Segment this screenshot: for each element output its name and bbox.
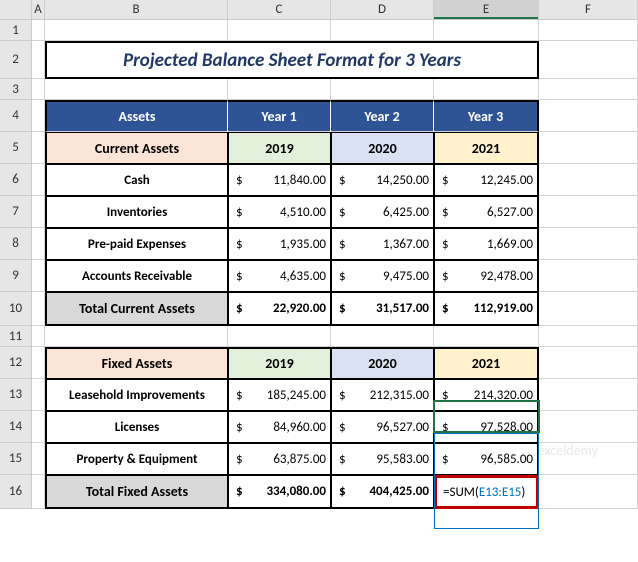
row-header-8[interactable]: 8	[0, 228, 32, 260]
fixed-assets-header[interactable]: Fixed Assets	[45, 347, 228, 379]
leasehold-label[interactable]: Leasehold Improvements	[45, 379, 228, 411]
select-all-corner[interactable]	[0, 0, 32, 20]
leasehold-2019[interactable]: $185,245.00	[228, 379, 331, 411]
ca-2021-header[interactable]: 2021	[434, 132, 539, 164]
cell-e3[interactable]	[434, 79, 539, 100]
cell-b1[interactable]	[45, 20, 228, 41]
cell-e1[interactable]	[434, 20, 539, 41]
total-fa-2019[interactable]: $334,080.00	[228, 475, 331, 509]
total-ca-label[interactable]: Total Current Assets	[45, 292, 228, 326]
cell-f4[interactable]	[539, 100, 638, 132]
cell-a3[interactable]	[32, 79, 45, 100]
ar-2021[interactable]: $92,478.00	[434, 260, 539, 292]
property-label[interactable]: Property & Equipment	[45, 443, 228, 475]
row-header-12[interactable]: 12	[0, 347, 32, 379]
licenses-2019[interactable]: $84,960.00	[228, 411, 331, 443]
cell-f5[interactable]	[539, 132, 638, 164]
cell-f3[interactable]	[539, 79, 638, 100]
total-fa-2020[interactable]: $404,425.00	[331, 475, 434, 509]
row-header-16[interactable]: 16	[0, 475, 32, 509]
cell-a1[interactable]	[32, 20, 45, 41]
total-fa-label[interactable]: Total Fixed Assets	[45, 475, 228, 509]
ar-2019[interactable]: $4,635.00	[228, 260, 331, 292]
row-header-1[interactable]: 1	[0, 20, 32, 41]
cell-a2[interactable]	[32, 41, 45, 79]
formula-cell-e16[interactable]: =SUM(E13:E15)	[434, 475, 539, 509]
row-header-6[interactable]: 6	[0, 164, 32, 196]
column-headers: A B C D E F	[0, 0, 638, 20]
row-header-2[interactable]: 2	[0, 41, 32, 79]
total-ca-2020[interactable]: $31,517.00	[331, 292, 434, 326]
col-header-b[interactable]: B	[45, 0, 228, 20]
year2-header[interactable]: Year 2	[331, 100, 434, 132]
inventories-2020[interactable]: $6,425.00	[331, 196, 434, 228]
cell-d1[interactable]	[331, 20, 434, 41]
row-header-3[interactable]: 3	[0, 79, 32, 100]
total-ca-2019[interactable]: $22,920.00	[228, 292, 331, 326]
leasehold-2020[interactable]: $212,315.00	[331, 379, 434, 411]
cell-c1[interactable]	[228, 20, 331, 41]
cell-f2[interactable]	[539, 41, 638, 79]
cash-2020[interactable]: $14,250.00	[331, 164, 434, 196]
row-header-15[interactable]: 15	[0, 443, 32, 475]
cell-b3[interactable]	[45, 79, 228, 100]
prepaid-2020[interactable]: $1,367.00	[331, 228, 434, 260]
col-header-d[interactable]: D	[331, 0, 434, 20]
fa-2019-header[interactable]: 2019	[228, 347, 331, 379]
prepaid-2019[interactable]: $1,935.00	[228, 228, 331, 260]
current-assets-header[interactable]: Current Assets	[45, 132, 228, 164]
ar-label[interactable]: Accounts Receivable	[45, 260, 228, 292]
property-2019[interactable]: $63,875.00	[228, 443, 331, 475]
cash-label[interactable]: Cash	[45, 164, 228, 196]
row-header-4[interactable]: 4	[0, 100, 32, 132]
cell-a5[interactable]	[32, 132, 45, 164]
sheet-title[interactable]: Projected Balance Sheet Format for 3 Yea…	[45, 41, 539, 79]
row-header-11[interactable]: 11	[0, 326, 32, 347]
year1-header[interactable]: Year 1	[228, 100, 331, 132]
row-headers: 1 2 3 4 5 6 7 8 9 10 11 12 13 14 15 16	[0, 20, 32, 509]
cell-c3[interactable]	[228, 79, 331, 100]
licenses-2020[interactable]: $96,527.00	[331, 411, 434, 443]
cash-2019[interactable]: $11,840.00	[228, 164, 331, 196]
property-2021[interactable]: $96,585.00	[434, 443, 539, 475]
inventories-2021[interactable]: $6,527.00	[434, 196, 539, 228]
col-header-e[interactable]: E	[434, 0, 539, 20]
cell-f1[interactable]	[539, 20, 638, 41]
row-header-9[interactable]: 9	[0, 260, 32, 292]
licenses-2021[interactable]: $97,528.00	[434, 411, 539, 443]
row-header-10[interactable]: 10	[0, 292, 32, 326]
col-header-c[interactable]: C	[228, 0, 331, 20]
ca-2020-header[interactable]: 2020	[331, 132, 434, 164]
ca-2019-header[interactable]: 2019	[228, 132, 331, 164]
col-header-f[interactable]: F	[539, 0, 638, 20]
spreadsheet: A B C D E F 1 2 3 4 5 6 7 8 9 10 11 12 1…	[0, 0, 638, 562]
cell-area[interactable]: Projected Balance Sheet Format for 3 Yea…	[32, 20, 638, 509]
cash-2021[interactable]: $12,245.00	[434, 164, 539, 196]
row-header-7[interactable]: 7	[0, 196, 32, 228]
inventories-2019[interactable]: $4,510.00	[228, 196, 331, 228]
year3-header[interactable]: Year 3	[434, 100, 539, 132]
inventories-label[interactable]: Inventories	[45, 196, 228, 228]
fa-2021-header[interactable]: 2021	[434, 347, 539, 379]
total-ca-2021[interactable]: $112,919.00	[434, 292, 539, 326]
leasehold-2021[interactable]: $214,320.00	[434, 379, 539, 411]
col-header-a[interactable]: A	[32, 0, 45, 20]
prepaid-2021[interactable]: $1,669.00	[434, 228, 539, 260]
row-header-14[interactable]: 14	[0, 411, 32, 443]
ar-2020[interactable]: $9,475.00	[331, 260, 434, 292]
cell-a4[interactable]	[32, 100, 45, 132]
prepaid-label[interactable]: Pre-paid Expenses	[45, 228, 228, 260]
property-2020[interactable]: $95,583.00	[331, 443, 434, 475]
cell-d3[interactable]	[331, 79, 434, 100]
row-header-13[interactable]: 13	[0, 379, 32, 411]
row-header-5[interactable]: 5	[0, 132, 32, 164]
assets-header[interactable]: Assets	[45, 100, 228, 132]
licenses-label[interactable]: Licenses	[45, 411, 228, 443]
fa-2020-header[interactable]: 2020	[331, 347, 434, 379]
